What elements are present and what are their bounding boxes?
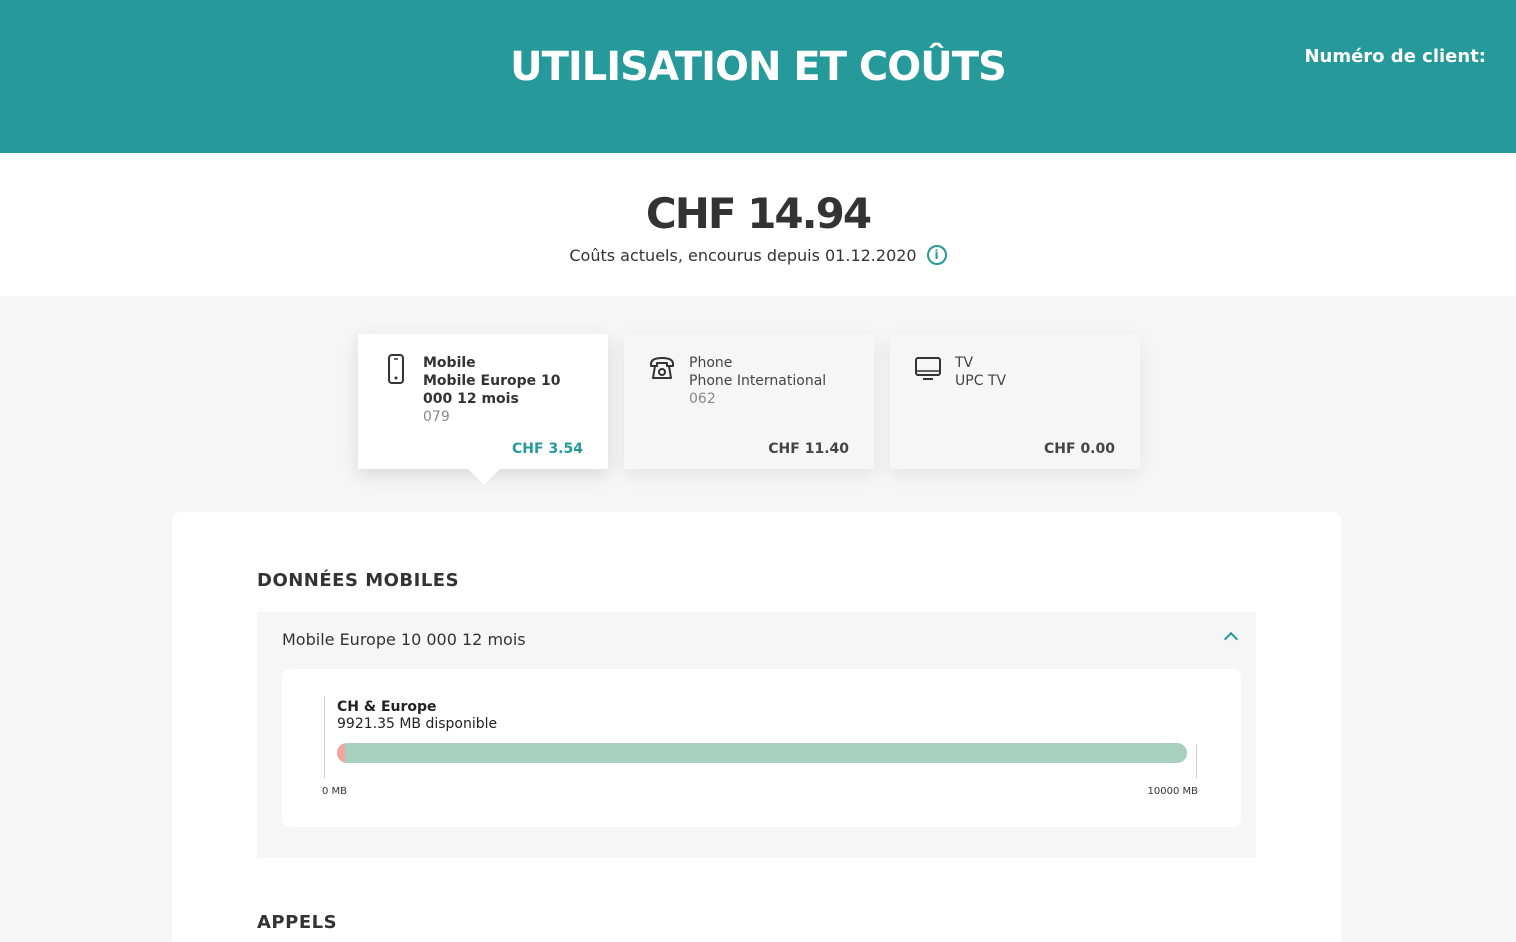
service-card-phone[interactable]: Phone Phone International 062 CHF 11.40 (624, 334, 874, 469)
calls-title: APPELS (257, 912, 338, 933)
card-plan: UPC TV (955, 373, 1007, 389)
usage-available: 9921.35 MB disponible (337, 716, 498, 732)
cost-subtitle-row: Coûts actuels, encourus depuis 01.12.202… (0, 245, 1516, 265)
client-number-label: Numéro de client: (1304, 46, 1486, 67)
chevron-up-icon[interactable] (1223, 631, 1239, 647)
mobile-data-accordion: Mobile Europe 10 000 12 mois CH & Europe… (257, 612, 1256, 858)
card-text: Mobile Mobile Europe 10 000 12 mois 079 (423, 354, 593, 426)
service-card-mobile[interactable]: Mobile Mobile Europe 10 000 12 mois 079 … (358, 334, 608, 485)
accordion-header-label[interactable]: Mobile Europe 10 000 12 mois (282, 630, 526, 649)
card-plan: Phone International (689, 373, 827, 389)
cost-summary: CHF 14.94 Coûts actuels, encourus depuis… (0, 153, 1516, 296)
usage-progress-used (337, 743, 345, 763)
mobile-data-title: DONNÉES MOBILES (257, 570, 460, 591)
axis-max-label: 10000 MB (1147, 786, 1198, 797)
axis-end-tick (1196, 744, 1197, 778)
card-number: 062 (689, 391, 716, 407)
landline-phone-icon (650, 357, 674, 379)
info-icon[interactable]: i (926, 245, 947, 265)
card-category: Phone (689, 355, 733, 371)
axis-min-label: 0 MB (322, 786, 348, 797)
total-cost: CHF 14.94 (645, 189, 872, 238)
mobile-phone-icon (388, 354, 404, 384)
service-cards: Mobile Mobile Europe 10 000 12 mois 079 … (358, 334, 1140, 485)
page-header: UTILISATION ET COÛTS Numéro de client: (0, 0, 1516, 153)
card-price: CHF 3.54 (512, 441, 583, 457)
card-price: CHF 11.40 (768, 441, 849, 457)
card-number: 079 (423, 409, 450, 425)
usage-card: CH & Europe 9921.35 MB disponible 0 MB 1… (282, 669, 1241, 827)
usage-progress-bar (337, 743, 1187, 763)
axis-start-tick (324, 696, 325, 778)
card-category: Mobile (423, 355, 476, 371)
usage-panel: DONNÉES MOBILES Mobile Europe 10 000 12 … (172, 512, 1341, 942)
card-text: TV UPC TV (955, 354, 1125, 390)
tv-icon (915, 357, 941, 380)
card-plan: Mobile Europe 10 000 12 mois (423, 373, 561, 407)
card-category: TV (955, 355, 974, 371)
usage-title: CH & Europe (337, 699, 437, 715)
card-price: CHF 0.00 (1044, 441, 1115, 457)
card-text: Phone Phone International 062 (689, 354, 859, 408)
service-card-tv[interactable]: TV UPC TV CHF 0.00 (890, 334, 1140, 469)
cost-subtitle: Coûts actuels, encourus depuis 01.12.202… (569, 245, 917, 265)
page-title: UTILISATION ET COÛTS (510, 44, 1007, 90)
